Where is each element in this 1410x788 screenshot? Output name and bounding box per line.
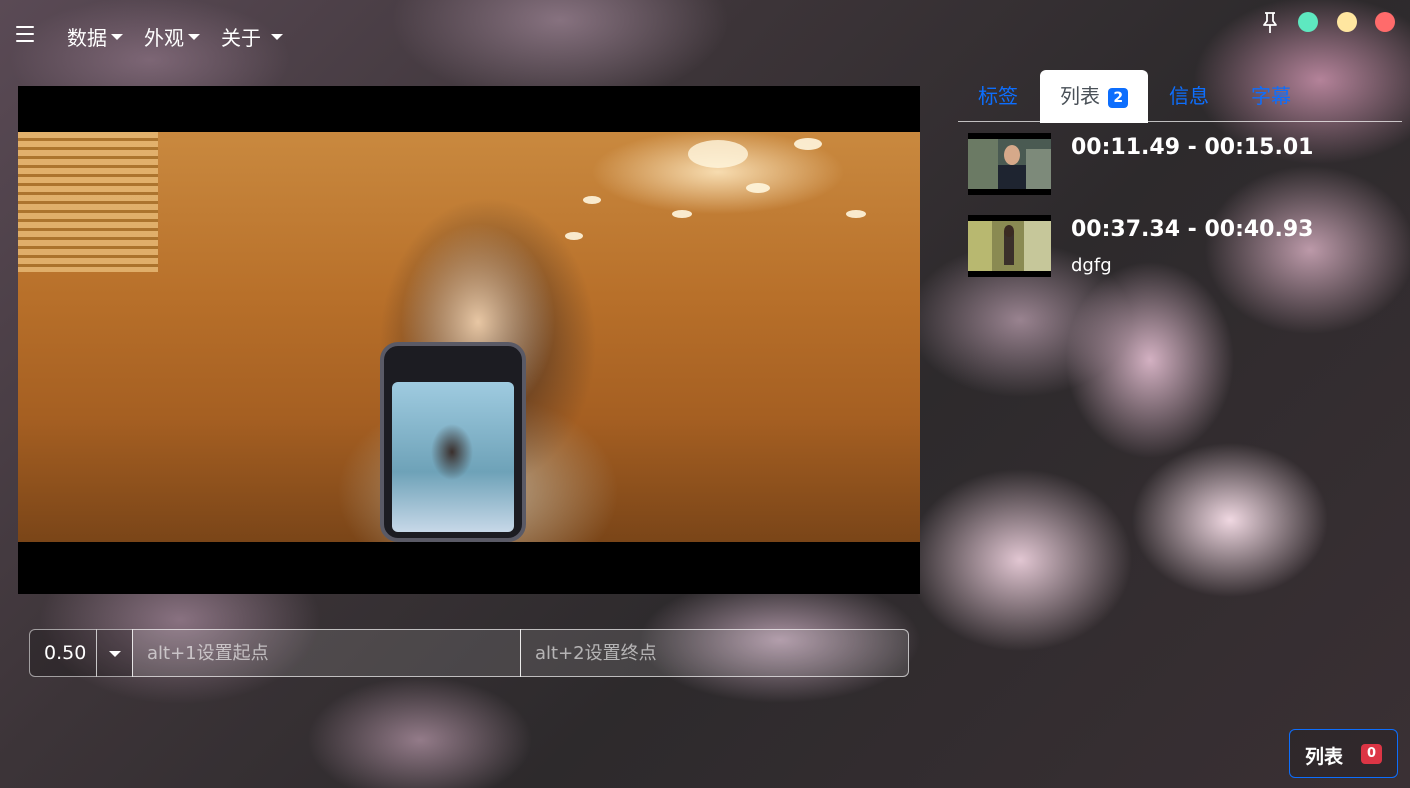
tab-tags[interactable]: 标签 (978, 70, 1018, 122)
phone-in-frame (380, 342, 526, 542)
video-frame (18, 132, 920, 542)
tab-list-count-badge: 2 (1108, 87, 1129, 108)
tab-info-label: 信息 (1169, 84, 1209, 108)
chevron-down-icon (271, 33, 283, 40)
list-count-badge: 0 (1361, 744, 1383, 764)
clip-list-item[interactable]: 00:37.34 - 00:40.93 dgfg (968, 215, 1398, 279)
tab-tags-label: 标签 (978, 84, 1018, 108)
hamburger-menu-icon[interactable] (16, 26, 34, 42)
list-button[interactable]: 列表 0 (1289, 729, 1398, 778)
clip-range-controls: 0.50 (29, 629, 909, 677)
pin-icon[interactable] (1262, 12, 1278, 34)
menu-appearance[interactable]: 外观 (144, 22, 200, 51)
menu-data[interactable]: 数据 (67, 22, 123, 51)
chevron-down-icon (109, 651, 121, 657)
clip-time-range: 00:37.34 - 00:40.93 (1071, 217, 1314, 242)
clip-thumbnail (968, 215, 1051, 277)
maximize-button[interactable] (1337, 12, 1357, 32)
start-point-input[interactable] (132, 629, 521, 677)
clip-time-range: 00:11.49 - 00:15.01 (1071, 135, 1314, 160)
tab-subtitles-label: 字幕 (1251, 84, 1291, 108)
chevron-down-icon (111, 33, 123, 40)
menu-data-label: 数据 (67, 26, 107, 50)
clip-list-item[interactable]: 00:11.49 - 00:15.01 (968, 133, 1398, 197)
menu-about[interactable]: 关于 (221, 22, 283, 51)
tab-list[interactable]: 列表 2 (1040, 70, 1149, 123)
list-button-label: 列表 (1305, 746, 1344, 768)
tab-list-label: 列表 (1060, 84, 1100, 108)
end-point-input[interactable] (520, 629, 909, 677)
tab-subtitles[interactable]: 字幕 (1251, 70, 1291, 122)
side-tabs: 标签 列表 2 信息 字幕 (958, 70, 1402, 123)
clip-thumbnail (968, 133, 1051, 195)
menu-appearance-label: 外观 (144, 26, 184, 50)
minimize-button[interactable] (1298, 12, 1318, 32)
close-button[interactable] (1375, 12, 1395, 32)
clip-note: dgfg (1071, 255, 1112, 276)
top-navbar: 数据 外观 关于 (0, 0, 1410, 70)
video-player[interactable] (18, 86, 920, 594)
menu-about-label: 关于 (221, 26, 261, 50)
playback-rate-dropdown-button[interactable] (96, 629, 133, 677)
tab-info[interactable]: 信息 (1169, 70, 1209, 122)
playback-rate-value[interactable]: 0.50 (29, 629, 97, 677)
ceiling-lights (565, 138, 866, 240)
chevron-down-icon (188, 33, 200, 40)
